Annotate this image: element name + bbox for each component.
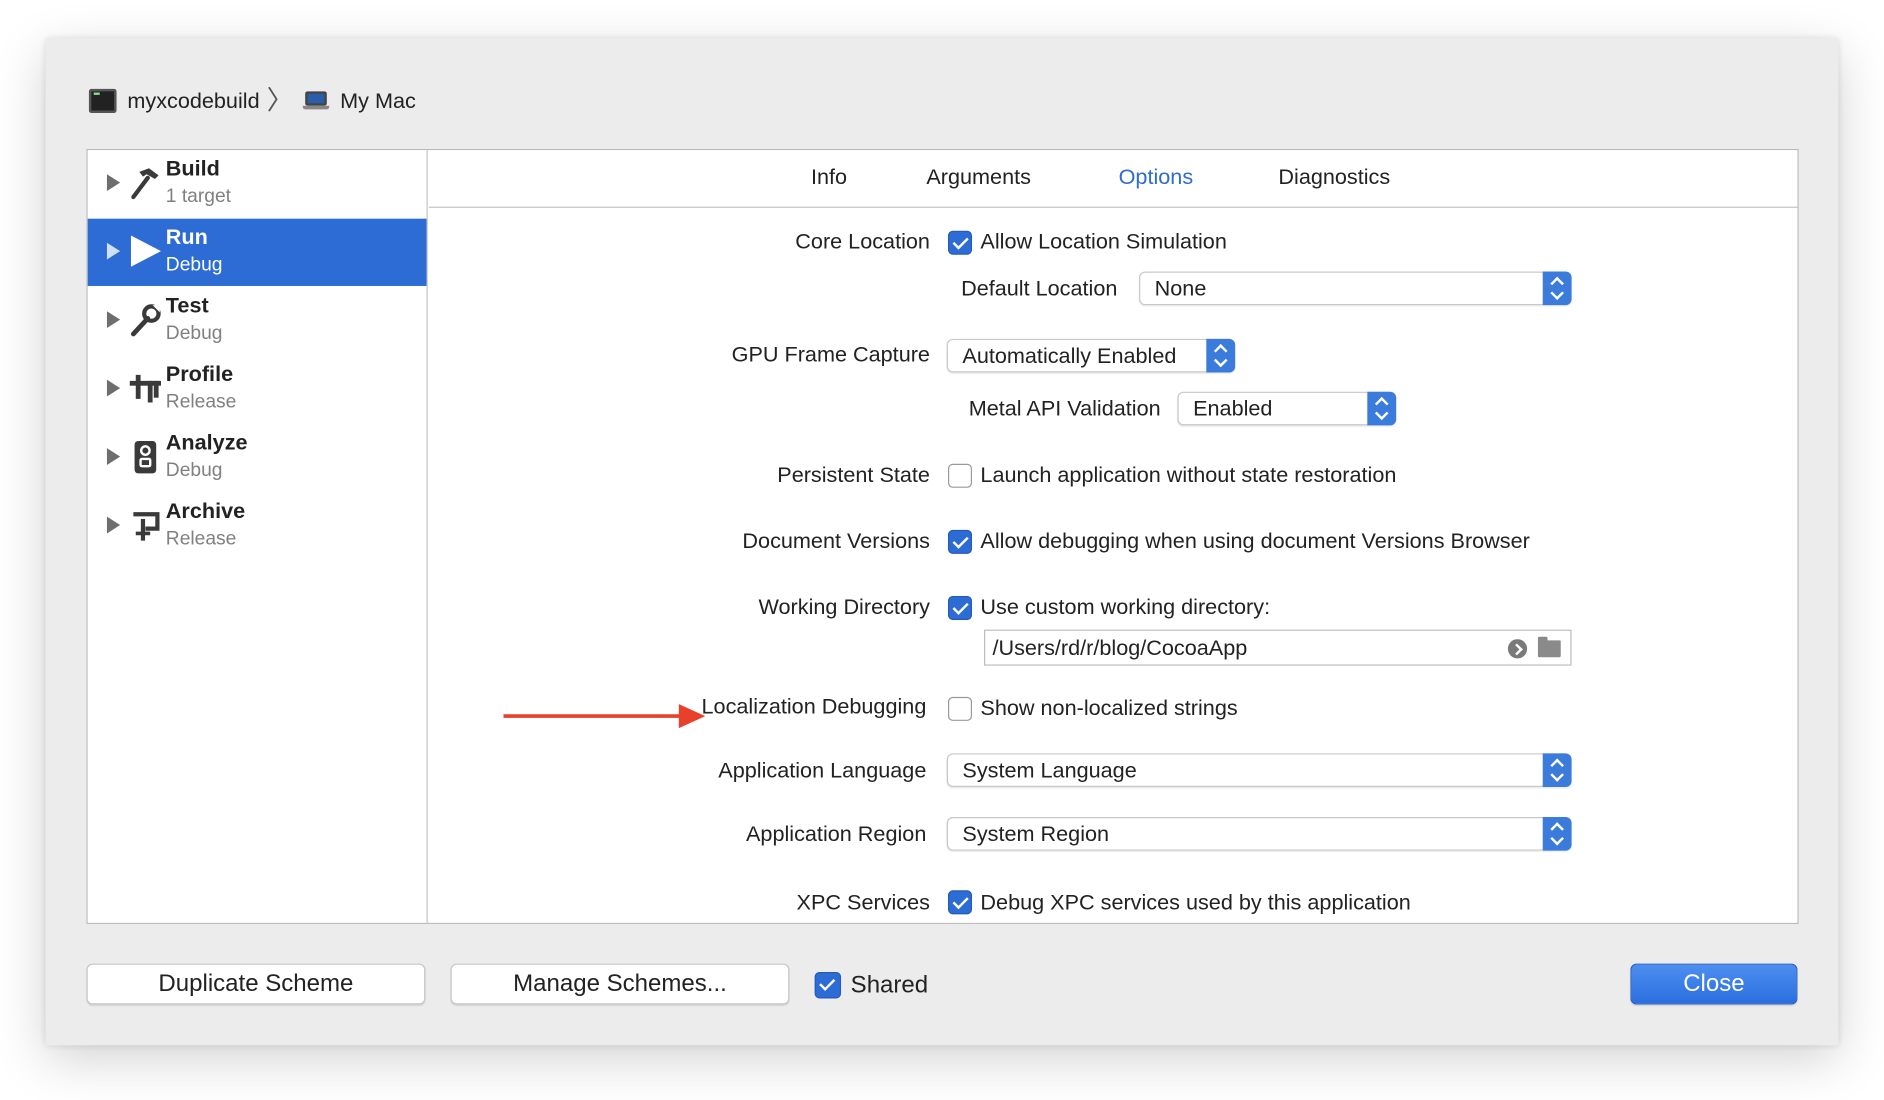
debug-xpc-services-text: Debug XPC services used by this applicat… (980, 890, 1411, 915)
popup-value: Automatically Enabled (962, 343, 1177, 368)
tab-bar: Info Arguments Options Diagnostics (428, 150, 1798, 208)
use-custom-working-directory-checkbox[interactable] (947, 595, 973, 620)
chevron-updown-icon (1542, 271, 1572, 306)
metal-api-validation-popup[interactable]: Enabled (1177, 391, 1397, 426)
disclosure-triangle-icon[interactable] (106, 448, 121, 465)
localization-debugging-label: Localization Debugging (701, 694, 927, 719)
metal-api-validation-label: Metal API Validation (968, 396, 1161, 421)
disclosure-triangle-icon[interactable] (106, 311, 121, 329)
sidebar-item-sublabel: Release (165, 528, 237, 550)
allow-versions-debugging-checkbox[interactable] (947, 529, 973, 554)
sidebar-item-sublabel: Release (165, 391, 237, 413)
hammer-icon (131, 168, 159, 200)
profile-icon (129, 374, 162, 403)
chevron-updown-icon (1542, 753, 1572, 787)
working-directory-path: /Users/rd/r/blog/CocoaApp (992, 635, 1248, 660)
show-non-localized-strings-text: Show non-localized strings (980, 695, 1238, 720)
manage-schemes-button[interactable]: Manage Schemes... (450, 963, 790, 1005)
debug-xpc-services-checkbox[interactable] (947, 890, 973, 915)
sidebar-item-archive[interactable]: Archive Release (88, 493, 427, 560)
application-language-label: Application Language (718, 758, 927, 783)
shared-label: Shared (850, 972, 929, 999)
sidebar-item-run[interactable]: Run Debug (87, 218, 427, 286)
annotation-arrow-icon (503, 704, 706, 729)
chevron-updown-icon (1206, 338, 1236, 373)
chevron-updown-icon (1367, 391, 1397, 426)
tab-options[interactable]: Options (1119, 165, 1194, 190)
document-versions-label: Document Versions (742, 528, 930, 553)
sidebar-item-sublabel: Debug (165, 254, 223, 276)
sidebar-item-sublabel: Debug (165, 323, 223, 344)
allow-location-simulation-checkbox[interactable] (947, 230, 973, 255)
sidebar-item-sublabel: 1 target (165, 186, 232, 207)
gpu-frame-capture-label: GPU Frame Capture (731, 342, 930, 367)
sidebar-item-label: Test (165, 293, 209, 318)
chevron-updown-icon (1542, 817, 1572, 851)
terminal-icon (88, 88, 117, 113)
analyze-icon (134, 440, 157, 474)
application-language-popup[interactable]: System Language (946, 753, 1572, 787)
sidebar-item-build[interactable]: Build 1 target (88, 150, 427, 217)
reveal-arrow-icon[interactable] (1507, 639, 1528, 659)
working-directory-path-field[interactable]: /Users/rd/r/blog/CocoaApp (984, 629, 1572, 666)
breadcrumb: myxcodebuild 〉 My Mac (88, 85, 416, 116)
core-location-label: Core Location (795, 229, 930, 254)
scheme-editor-window: myxcodebuild 〉 My Mac Build 1 target Run… (45, 38, 1839, 1046)
tab-info[interactable]: Info (811, 165, 847, 190)
disclosure-triangle-icon[interactable] (106, 516, 121, 534)
archive-icon (133, 512, 160, 541)
tab-diagnostics[interactable]: Diagnostics (1278, 165, 1390, 190)
default-location-label: Default Location (961, 276, 1118, 301)
allow-location-simulation-text: Allow Location Simulation (980, 229, 1227, 254)
sidebar-item-label: Build (165, 156, 220, 181)
application-region-label: Application Region (746, 821, 927, 846)
wrench-icon (130, 304, 161, 337)
persistent-state-label: Persistent State (777, 462, 930, 487)
default-location-popup[interactable]: None (1139, 271, 1572, 306)
sidebar-item-label: Run (165, 224, 208, 249)
chevron-right-icon: 〉 (266, 85, 294, 116)
sidebar-item-analyze[interactable]: Analyze Debug (88, 424, 427, 491)
play-icon (130, 235, 162, 267)
sidebar-item-test[interactable]: Test Debug (88, 287, 427, 354)
shared-checkbox[interactable] (814, 972, 842, 999)
application-region-popup[interactable]: System Region (946, 817, 1572, 851)
scheme-action-list: Build 1 target Run Debug Test Debug Prof… (87, 150, 428, 923)
close-button[interactable]: Close (1630, 963, 1798, 1005)
breadcrumb-destination[interactable]: My Mac (340, 88, 416, 113)
xpc-services-label: XPC Services (796, 890, 930, 915)
sidebar-item-label: Archive (165, 498, 246, 523)
sidebar-item-sublabel: Debug (165, 460, 223, 481)
sidebar-item-label: Analyze (165, 430, 248, 455)
popup-value: System Region (962, 821, 1110, 846)
popup-value: System Language (962, 758, 1137, 783)
disclosure-triangle-icon[interactable] (106, 379, 121, 397)
launch-without-state-restoration-text: Launch application without state restora… (980, 462, 1397, 487)
laptop-icon (302, 91, 330, 110)
gpu-frame-capture-popup[interactable]: Automatically Enabled (946, 338, 1236, 373)
duplicate-scheme-button[interactable]: Duplicate Scheme (86, 963, 426, 1005)
disclosure-triangle-icon[interactable] (106, 242, 121, 260)
sidebar-item-profile[interactable]: Profile Release (88, 356, 427, 423)
breadcrumb-project[interactable]: myxcodebuild (127, 88, 259, 113)
popup-value: Enabled (1193, 396, 1273, 421)
sidebar-item-label: Profile (165, 361, 234, 386)
folder-icon[interactable] (1537, 636, 1561, 658)
allow-versions-debugging-text: Allow debugging when using document Vers… (980, 528, 1530, 553)
popup-value: None (1154, 276, 1207, 301)
scheme-panel: Build 1 target Run Debug Test Debug Prof… (86, 148, 1799, 924)
use-custom-working-directory-text: Use custom working directory: (980, 594, 1271, 619)
options-pane (428, 209, 1798, 923)
working-directory-label: Working Directory (758, 594, 930, 619)
launch-without-state-restoration-checkbox[interactable] (947, 463, 973, 488)
show-non-localized-strings-checkbox[interactable] (947, 696, 973, 721)
disclosure-triangle-icon[interactable] (106, 174, 121, 192)
tab-arguments[interactable]: Arguments (926, 165, 1031, 190)
